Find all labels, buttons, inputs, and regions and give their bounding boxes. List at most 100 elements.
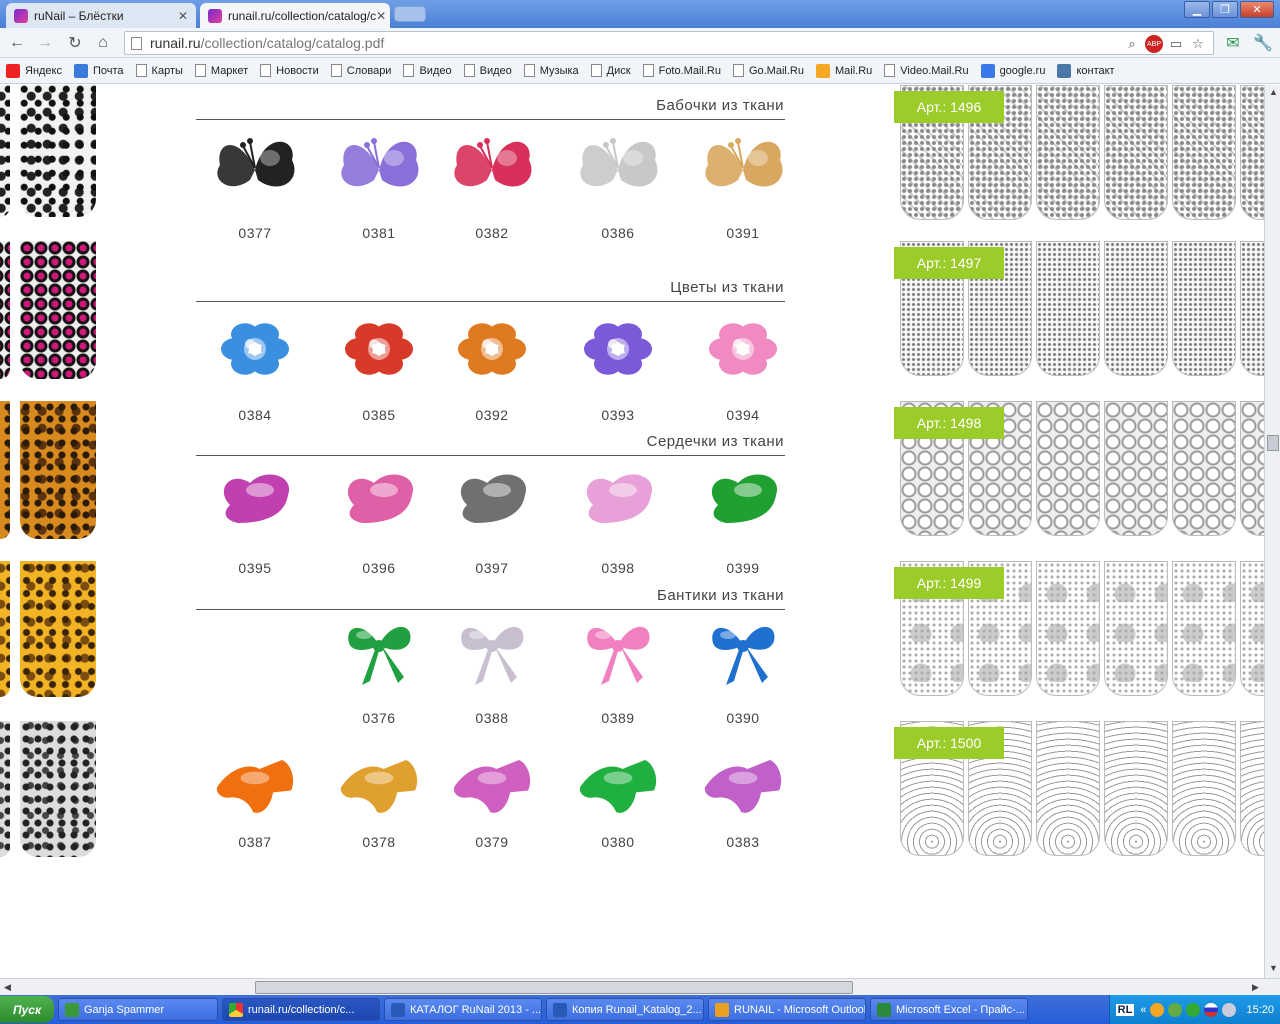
page-action-icon[interactable]: ▭	[1167, 35, 1185, 53]
bookmark-music[interactable]: Музыка	[523, 64, 579, 77]
product-image	[447, 130, 537, 205]
product-code: 0399	[726, 560, 760, 576]
scroll-up-icon[interactable]: ▲	[1269, 87, 1278, 97]
bookmark-mail[interactable]: Почта	[74, 63, 124, 78]
lace-row: Арт.: 1498	[894, 401, 1264, 536]
bookmark-foto-mail[interactable]: Foto.Mail.Ru	[642, 64, 721, 77]
product-code: 0381	[362, 225, 396, 241]
product-code: 0382	[475, 225, 509, 241]
lace-nail	[1240, 401, 1264, 536]
bookmark-google[interactable]: google.ru	[980, 63, 1045, 78]
horizontal-scrollbar[interactable]: ◀ ▶	[0, 978, 1280, 995]
bookmark-dictionaries[interactable]: Словари	[330, 64, 391, 77]
product-code: 0397	[475, 560, 509, 576]
product-code: 0378	[362, 834, 396, 850]
lace-row: Арт.: 1499	[894, 561, 1264, 696]
close-icon[interactable]: ✕	[178, 9, 188, 23]
back-icon[interactable]: ←	[6, 32, 28, 54]
bookmark-vkontakte[interactable]: контакт	[1057, 63, 1115, 78]
bookmark-news[interactable]: Новости	[260, 64, 319, 77]
tray-info-icon[interactable]	[1186, 1002, 1201, 1017]
forward-icon[interactable]: →	[34, 32, 56, 54]
start-button[interactable]: Пуск	[0, 996, 54, 1023]
bookmark-mail-ru[interactable]: Mail.Ru	[815, 63, 872, 78]
window-close-button[interactable]: ✕	[1240, 1, 1274, 18]
url-text[interactable]: runail.ru/collection/catalog/catalog.pdf	[150, 35, 384, 51]
tab-catalog-pdf[interactable]: runail.ru/collection/catalog/c ✕	[200, 3, 390, 28]
vertical-scroll-thumb[interactable]	[1267, 435, 1279, 451]
lace-row: Арт.: 1497	[894, 241, 1264, 376]
product-code: 0387	[238, 834, 272, 850]
scroll-down-icon[interactable]: ▼	[1269, 963, 1278, 973]
bookmark-video-1[interactable]: Видео	[403, 64, 452, 77]
article-badge: Арт.: 1499	[894, 567, 1004, 599]
chevron-left-icon[interactable]: «	[1140, 1004, 1146, 1016]
bookmark-go-mail[interactable]: Go.Mail.Ru	[732, 64, 804, 77]
taskbar-item-word-catalog[interactable]: КАТАЛОГ RuNail 2013 - ...	[384, 998, 542, 1021]
star-icon[interactable]: ☆	[1189, 35, 1207, 53]
taskbar-item-chrome[interactable]: runail.ru/collection/c...	[222, 998, 380, 1021]
page-icon	[135, 64, 147, 77]
minimize-button[interactable]: ▁	[1184, 1, 1210, 18]
product-image	[447, 465, 537, 540]
product-image	[698, 465, 788, 540]
taskbar-item-excel[interactable]: Microsoft Excel - Прайс-...	[870, 998, 1028, 1021]
address-bar[interactable]: runail.ru/collection/catalog/catalog.pdf…	[124, 31, 1214, 55]
adblock-icon[interactable]: ABP	[1145, 35, 1163, 53]
yandex-icon	[6, 63, 20, 78]
leopard-nail-orange-left	[0, 401, 10, 539]
product-image	[698, 312, 788, 387]
bookmark-video-mail[interactable]: Video.Mail.Ru	[884, 64, 969, 77]
bookmark-video-2[interactable]: Видео	[463, 64, 512, 77]
lace-nail	[1036, 401, 1100, 536]
bookmark-disk[interactable]: Диск	[590, 64, 631, 77]
lace-nail	[1036, 561, 1100, 696]
taskbar-item-word-copy[interactable]: Копия Runail_Katalog_2...	[546, 998, 704, 1021]
product-image	[447, 749, 537, 824]
product-code: 0398	[601, 560, 635, 576]
tray-network-icon[interactable]	[1168, 1002, 1183, 1017]
product-code: 0383	[726, 834, 760, 850]
lace-nail	[1240, 241, 1264, 376]
section-title-flowers: Цветы из ткани	[670, 279, 784, 296]
scroll-left-icon[interactable]: ◀	[4, 982, 11, 993]
new-tab-button[interactable]	[394, 6, 426, 22]
product-image	[573, 465, 663, 540]
bookmark-yandex[interactable]: Яндекс	[6, 63, 62, 78]
language-indicator[interactable]: RL	[1115, 1003, 1135, 1016]
horizontal-scroll-thumb[interactable]	[255, 981, 853, 994]
bookmarks-bar: Яндекс Почта Карты Маркет Новости Словар…	[0, 58, 1280, 84]
catalog-item: 0390	[688, 615, 798, 726]
vertical-scrollbar[interactable]: ▲ ▼	[1264, 85, 1280, 978]
catalog-item: 0380	[563, 749, 673, 850]
scroll-right-icon[interactable]: ▶	[1252, 982, 1259, 993]
product-code: 0392	[475, 407, 509, 423]
catalog-item: 0389	[563, 615, 673, 726]
extension-icon[interactable]: ✉	[1222, 32, 1244, 54]
reload-icon[interactable]: ↻	[64, 32, 86, 54]
home-icon[interactable]: ⌂	[92, 32, 114, 54]
zoom-icon[interactable]: ⌕	[1123, 35, 1141, 53]
catalog-item: 0378	[324, 749, 434, 850]
leopard-nail-yellow-left	[0, 561, 10, 697]
lace-nail	[1104, 401, 1168, 536]
lace-nail	[1240, 561, 1264, 696]
lace-nail	[1104, 721, 1168, 856]
runail-favicon-icon	[208, 8, 222, 23]
taskbar-item-outlook[interactable]: RUNAIL - Microsoft Outlook	[708, 998, 866, 1021]
russian-flag-icon[interactable]	[1204, 1002, 1219, 1017]
tab-runail-glitter[interactable]: ruNail – Блёстки ✕	[6, 3, 196, 28]
product-code: 0388	[475, 710, 509, 726]
tray-volume-icon[interactable]	[1222, 1002, 1237, 1017]
wrench-icon[interactable]: 🔧	[1252, 32, 1274, 54]
taskbar-item-ganja-spammer[interactable]: Ganja Spammer	[58, 998, 218, 1021]
product-image	[334, 465, 424, 540]
product-image	[447, 615, 537, 690]
section-title-bows: Бантики из ткани	[656, 587, 784, 604]
maximize-button[interactable]: ❐	[1212, 1, 1238, 18]
bookmark-maps[interactable]: Карты	[135, 64, 183, 77]
tray-app-icon[interactable]	[1150, 1002, 1165, 1017]
close-icon[interactable]: ✕	[376, 9, 386, 23]
product-image	[698, 130, 788, 205]
bookmark-market[interactable]: Маркет	[194, 64, 248, 77]
